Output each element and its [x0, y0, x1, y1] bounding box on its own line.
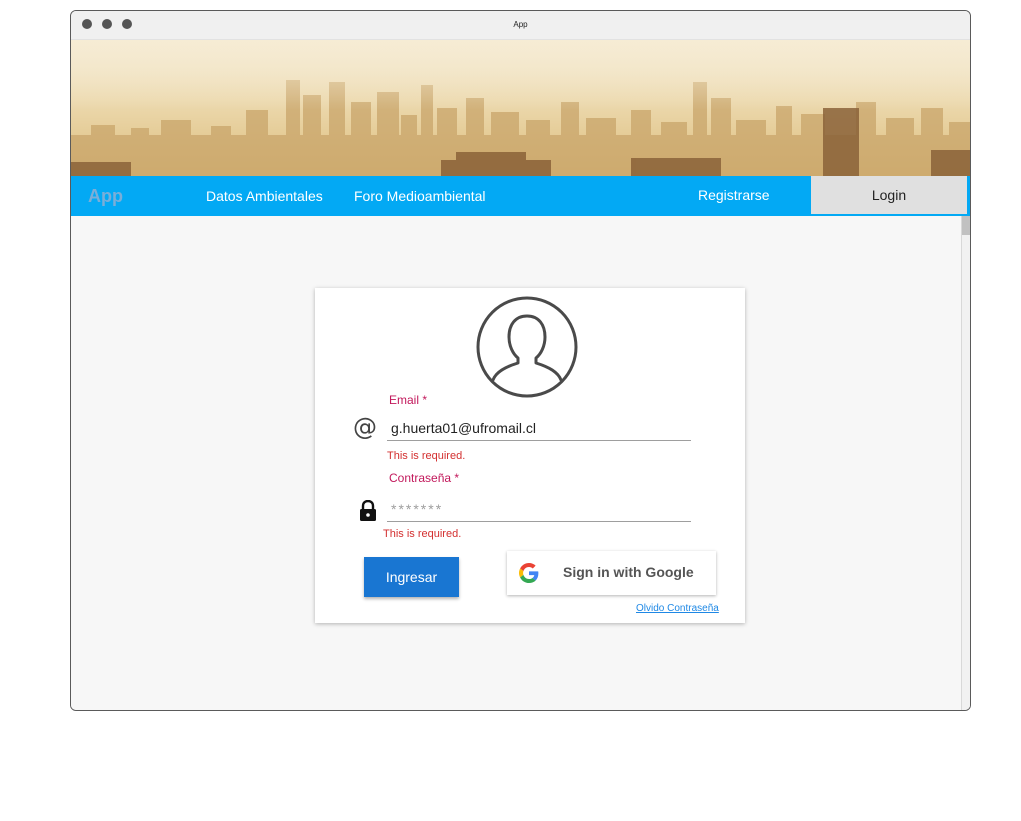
forgot-password-link[interactable]: Olvido Contraseña	[636, 603, 719, 614]
google-sign-in-button[interactable]: Sign in with Google	[507, 551, 716, 595]
email-error: This is required.	[387, 450, 466, 462]
main-content: Email * @ This is required. Contraseña *…	[71, 216, 970, 710]
brand-logo[interactable]: App	[88, 186, 123, 207]
top-navbar: App Datos Ambientales Foro Medioambienta…	[71, 176, 970, 216]
password-input[interactable]	[387, 496, 691, 522]
login-card: Email * @ This is required. Contraseña *…	[315, 288, 745, 623]
google-logo-icon	[519, 563, 539, 586]
email-input[interactable]	[387, 415, 691, 441]
app-window: App App Datos Ambientales Foro Medioambi…	[70, 10, 971, 711]
user-avatar-icon	[476, 296, 578, 403]
nav-foro-medioambiental[interactable]: Foro Medioambiental	[354, 188, 486, 204]
nav-login-tab[interactable]: Login	[811, 176, 967, 214]
vertical-scrollbar[interactable]	[961, 216, 970, 710]
title-bar: App	[71, 11, 970, 40]
ingresar-button[interactable]: Ingresar	[364, 557, 459, 597]
password-error: This is required.	[383, 528, 462, 540]
nav-registrarse[interactable]: Registrarse	[698, 187, 770, 203]
scrollbar-thumb[interactable]	[962, 216, 970, 235]
city-banner-image	[71, 40, 970, 176]
window-title: App	[513, 20, 528, 29]
at-sign-icon: @	[353, 413, 377, 441]
password-label: Contraseña *	[389, 471, 460, 485]
lock-icon	[359, 499, 377, 527]
google-sign-in-label: Sign in with Google	[563, 564, 694, 580]
email-label: Email *	[389, 393, 428, 407]
nav-datos-ambientales[interactable]: Datos Ambientales	[206, 188, 323, 204]
